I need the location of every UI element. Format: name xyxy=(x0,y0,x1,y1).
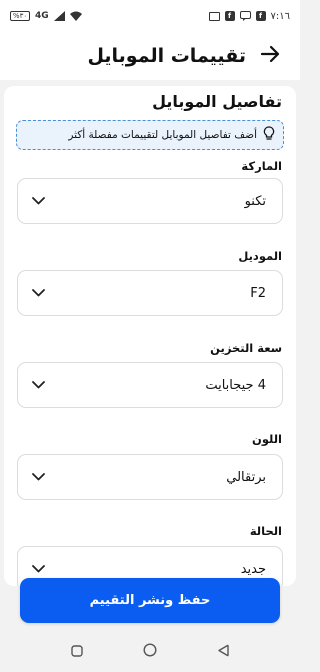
chevron-down-icon xyxy=(32,381,45,389)
hint-text: أضف تفاصيل الموبايل لتقييمات مفصلة أكثر xyxy=(68,129,257,141)
recents-button[interactable] xyxy=(62,637,92,667)
status-right-group: f f ٧:١٦ xyxy=(208,10,290,22)
circle-icon xyxy=(143,642,157,661)
condition-value: جديد xyxy=(240,561,266,577)
arrow-right-icon xyxy=(260,45,280,67)
model-select[interactable]: F2 xyxy=(17,270,283,316)
back-nav-button[interactable] xyxy=(208,637,238,667)
chevron-down-icon xyxy=(32,473,45,481)
home-button[interactable] xyxy=(135,637,165,667)
chevron-down-icon xyxy=(32,197,45,205)
model-value: F2 xyxy=(250,285,266,301)
status-bar: %٣٠ 4G f f ٧:١٦ xyxy=(0,0,300,32)
clock: ٧:١٦ xyxy=(270,10,290,22)
battery-icon: %٣٠ xyxy=(10,11,30,21)
hint-banner: أضف تفاصيل الموبايل لتقييمات مفصلة أكثر xyxy=(16,120,284,150)
chevron-down-icon xyxy=(32,565,45,573)
chevron-down-icon xyxy=(32,289,45,297)
signal-icon xyxy=(53,11,65,21)
brand-select[interactable]: تكنو xyxy=(17,178,283,224)
color-value: برتقالي xyxy=(226,469,266,485)
section-title: تفاصيل الموبايل xyxy=(152,92,282,111)
storage-value: 4 جيجابايت xyxy=(205,377,266,393)
battery-level: %٣٠ xyxy=(12,12,28,20)
storage-select[interactable]: 4 جيجابايت xyxy=(17,362,283,408)
square-icon xyxy=(70,642,83,661)
facebook-icon: f xyxy=(224,11,235,21)
app-header: تقييمات الموبايل xyxy=(0,32,300,80)
lightbulb-icon xyxy=(263,126,275,144)
triangle-back-icon xyxy=(217,642,230,661)
save-publish-button[interactable]: حفظ ونشر التقييم xyxy=(20,578,280,623)
status-left-group: %٣٠ 4G xyxy=(10,11,82,21)
image-icon xyxy=(208,11,220,21)
message-icon xyxy=(239,11,251,21)
condition-label: الحالة xyxy=(249,524,282,538)
page-title: تقييمات الموبايل xyxy=(87,45,246,67)
model-label: الموديل xyxy=(238,249,282,263)
phone-details-card: تفاصيل الموبايل أضف تفاصيل الموبايل لتقي… xyxy=(4,86,296,586)
network-4g-icon: 4G xyxy=(35,11,49,21)
color-select[interactable]: برتقالي xyxy=(17,454,283,500)
storage-label: سعة التخزين xyxy=(210,341,282,355)
brand-label: الماركة xyxy=(241,159,282,173)
back-button[interactable] xyxy=(258,44,282,68)
color-label: اللون xyxy=(252,432,282,446)
brand-value: تكنو xyxy=(244,193,266,209)
system-nav-bar xyxy=(0,631,300,672)
wifi-icon xyxy=(69,11,82,21)
facebook-icon: f xyxy=(255,11,266,21)
